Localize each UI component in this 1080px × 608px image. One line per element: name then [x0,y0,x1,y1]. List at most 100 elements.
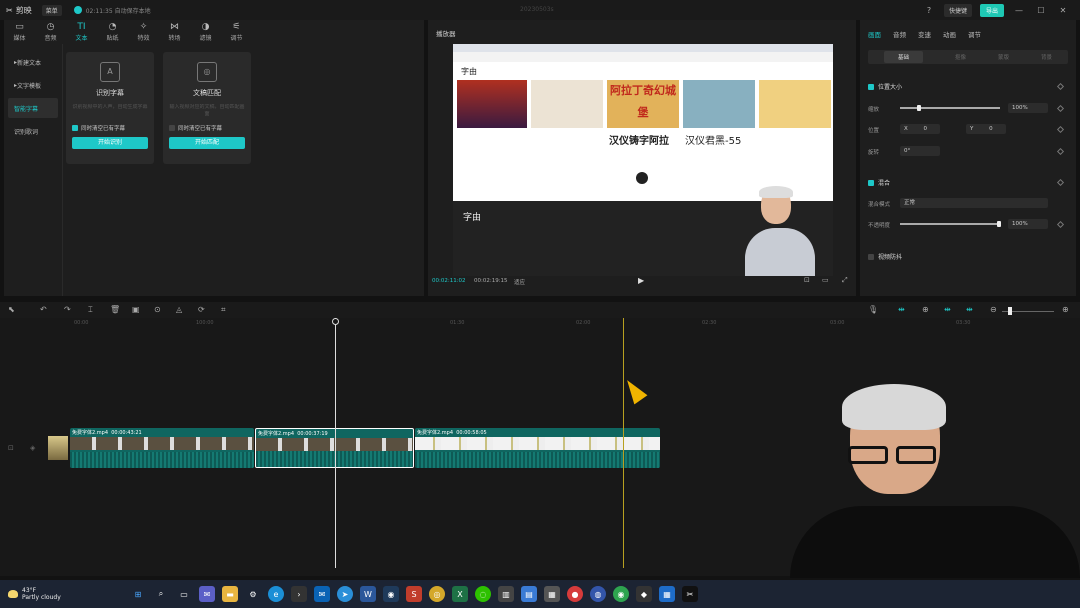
task-view-icon[interactable]: ▭ [176,586,192,602]
edge-icon[interactable]: e [268,586,284,602]
close-icon[interactable]: ✕ [1056,6,1070,15]
start-recognize-button[interactable]: 开始识别 [72,137,148,149]
start-icon[interactable]: ⊞ [130,586,146,602]
capcut-icon[interactable]: ✂ [682,586,698,602]
playhead[interactable] [335,318,336,568]
minimize-icon[interactable]: — [1012,6,1026,15]
redo-icon[interactable]: ↷ [64,305,71,314]
zoom-in-icon[interactable]: ⊕ [1062,305,1069,314]
position-y-input[interactable]: Y 0 [966,124,1006,134]
rotate-icon[interactable]: ⟳ [198,305,205,314]
video-app-icon[interactable]: ● [567,586,583,602]
tab-picture[interactable]: 画面 [868,29,881,39]
tab-adjust[interactable]: ⚟ 调节 [221,20,252,44]
split-icon[interactable]: ⌶ [88,305,93,315]
weather-widget[interactable]: 43°F Partly cloudy [8,587,61,601]
select-icon[interactable]: ⬉ [8,305,15,314]
ratio-icon[interactable]: ▭ [822,276,829,284]
clear-subtitle-checkbox[interactable]: 同时清空已有字幕 [169,124,245,132]
keyframe-icon[interactable] [1056,220,1065,229]
zoom-out-icon[interactable]: ⊖ [990,305,997,314]
delete-icon[interactable]: 🗑 [110,305,120,314]
keyframe-icon[interactable] [1056,178,1065,187]
search-icon[interactable]: ⌕ [153,586,169,602]
opacity-input[interactable]: 100% [1008,219,1048,229]
freeze-icon[interactable]: ▣ [132,305,140,314]
tab-sticker[interactable]: ◔ 贴纸 [97,20,128,44]
menu-button[interactable]: 菜单 [41,4,62,16]
scale-slider[interactable] [900,107,1000,109]
clear-subtitle-checkbox[interactable]: 同时清空已有字幕 [72,124,148,132]
mirror-icon[interactable]: ◬ [176,305,182,314]
tab-speed[interactable]: 变速 [918,29,931,39]
teams-icon[interactable]: ✉ [199,586,215,602]
keyframe-icon[interactable] [1056,125,1065,134]
excel-icon[interactable]: X [452,586,468,602]
snap-icon[interactable]: ⊕ [922,305,929,314]
play-icon[interactable]: ▶ [638,276,644,285]
mic-icon[interactable]: 🎙 [868,305,878,314]
scale-knob[interactable] [917,105,921,111]
subtab-background[interactable]: 背景 [1041,53,1052,61]
terminal-icon[interactable]: › [291,586,307,602]
sidebar-item-lyrics[interactable]: 识别歌词 [8,121,58,141]
timeline-clip[interactable]: 免费字体2.mp4 00:00:43:21 [70,428,254,468]
start-match-button[interactable]: 开始匹配 [169,137,245,149]
opacity-slider[interactable] [900,223,1000,225]
maximize-icon[interactable]: ☐ [1034,6,1048,15]
blend-section[interactable]: 混合 [868,178,890,187]
preview-axis-icon[interactable]: ⇹ [944,305,951,314]
app-icon[interactable]: S [406,586,422,602]
tab-effects[interactable]: ✧ 特效 [128,20,159,44]
subtab-mask[interactable]: 蒙版 [998,53,1009,61]
keyframe-icon[interactable] [1056,104,1065,113]
tab-media[interactable]: ▭ 媒体 [4,20,35,44]
sidebar-item-smart-subtitle[interactable]: 智能字幕 [8,98,58,118]
position-size-section[interactable]: 位置大小 [868,82,902,91]
wechat-icon[interactable]: ◌ [475,586,491,602]
track-audio-icon[interactable]: ◈ [30,444,35,452]
chrome-icon[interactable]: ◎ [429,586,445,602]
stabilize-section[interactable]: 视频防抖 [868,252,902,261]
subtab-basic[interactable]: 基础 [883,51,923,63]
tab-transition[interactable]: ⋈ 转场 [159,20,190,44]
chart-app-icon[interactable]: ▥ [498,586,514,602]
playhead-handle[interactable] [332,318,339,325]
tab-text[interactable]: TI 文本 [66,20,97,44]
undo-icon[interactable]: ↶ [40,305,47,314]
sidebar-item-text-template[interactable]: ▸ 文字模板 [8,75,58,95]
tab-filter[interactable]: ◑ 滤镜 [190,20,221,44]
mail-icon[interactable]: ✉ [314,586,330,602]
zoom-knob[interactable] [1008,307,1012,315]
tool-icon[interactable]: ◆ [636,586,652,602]
rotate-input[interactable]: 0° [900,146,940,156]
main-track-icon[interactable]: ⇹ [966,305,973,314]
settings-icon[interactable]: ⚙ [245,586,261,602]
sidebar-item-new-text[interactable]: ▸ 新建文本 [8,52,58,72]
tab-audio-insp[interactable]: 音频 [893,29,906,39]
blend-mode-select[interactable]: 正常 [900,198,1048,208]
crop-icon[interactable]: ⌗ [221,305,226,315]
export-button[interactable]: 导出 [979,3,1004,17]
chat-icon[interactable]: ◉ [613,586,629,602]
subtab-matting[interactable]: 抠像 [955,53,966,61]
telegram-icon[interactable]: ➤ [337,586,353,602]
word-icon[interactable]: W [360,586,376,602]
fullscreen-icon[interactable]: ⤢ [842,276,848,285]
tab-animation[interactable]: 动画 [943,29,956,39]
position-x-input[interactable]: X 0 [900,124,940,134]
globe-icon[interactable]: ◍ [590,586,606,602]
tab-adjust-insp[interactable]: 调节 [968,29,981,39]
help-icon[interactable]: ? [922,6,936,15]
notes-icon[interactable]: ▤ [521,586,537,602]
opacity-knob[interactable] [997,221,1001,227]
tab-audio[interactable]: ◷ 音频 [35,20,66,44]
calendar-icon[interactable]: ▦ [544,586,560,602]
scale-input[interactable]: 100% [1008,103,1048,113]
project-title[interactable]: 20230503s [520,6,554,13]
calculator-icon[interactable]: ▦ [659,586,675,602]
shortcut-button[interactable]: 快捷键 [943,3,972,17]
track-lock-icon[interactable]: ⊡ [8,444,14,452]
screenshot-icon[interactable]: ⊡ [804,276,810,284]
video-preview[interactable]: 字由 阿拉丁奇幻城堡 汉仪铸字阿拉 汉仪君黑-55 字由 [453,44,833,276]
